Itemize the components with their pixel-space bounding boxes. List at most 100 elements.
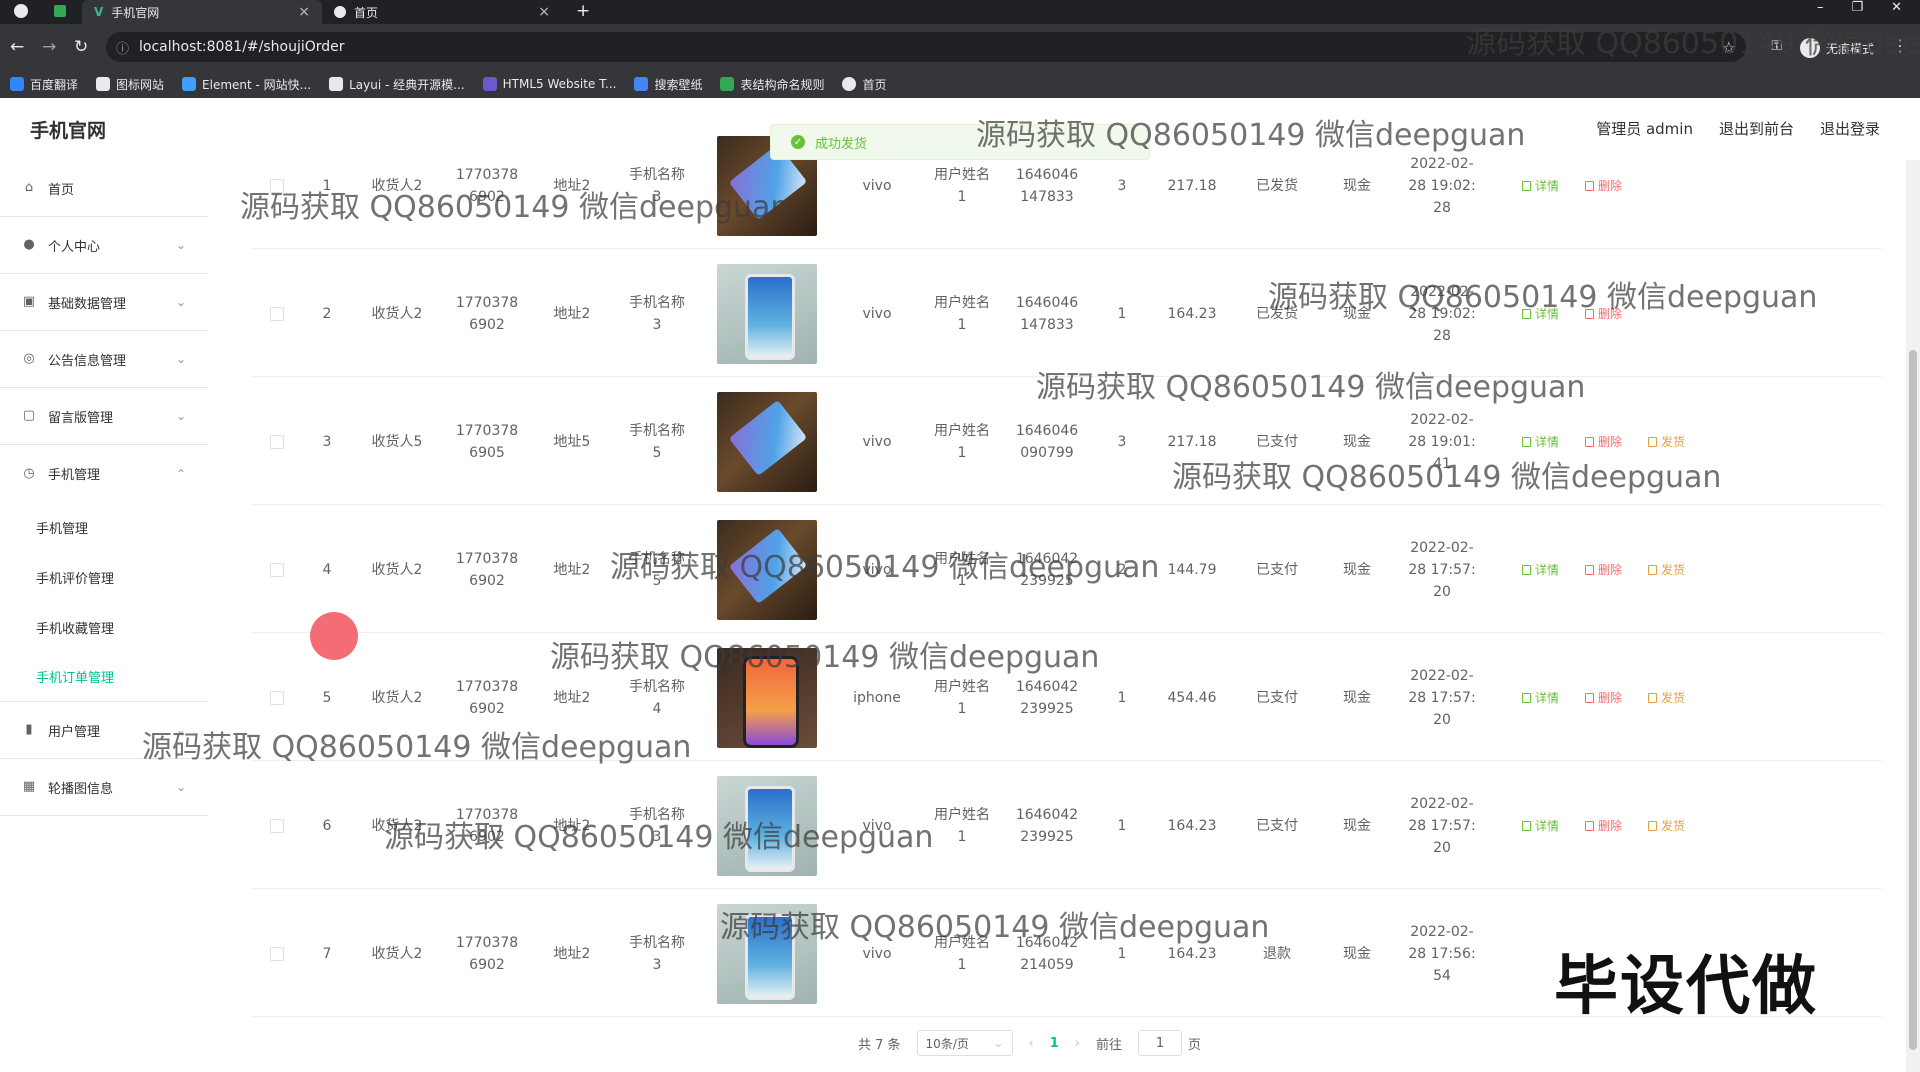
cell-qty: 1 bbox=[1092, 250, 1152, 377]
bookmark-item[interactable]: 表结构命名规则 bbox=[720, 76, 824, 93]
reload-icon[interactable]: ↻ bbox=[74, 37, 88, 57]
sidebar-item-home[interactable]: ⌂ 首页 bbox=[0, 160, 208, 217]
detail-button[interactable]: 详情 bbox=[1522, 175, 1559, 197]
action-label: 发货 bbox=[1661, 690, 1686, 705]
cell-text: 现金 bbox=[1343, 433, 1371, 450]
cell-text: 2 bbox=[322, 305, 332, 322]
sidebar-subitem-phone-order[interactable]: 手机订单管理 bbox=[0, 652, 208, 702]
bookmark-item[interactable]: 图标网站 bbox=[96, 76, 164, 93]
new-tab-button[interactable]: + bbox=[576, 1, 590, 21]
close-window-icon[interactable]: ✕ bbox=[1891, 0, 1902, 15]
bookmark-label: 百度翻译 bbox=[30, 77, 79, 92]
sidebar-item-personal-center[interactable]: ● 个人中心 ⌄ bbox=[0, 217, 208, 274]
detail-button[interactable]: 详情 bbox=[1522, 687, 1559, 709]
delete-button[interactable]: 删除 bbox=[1585, 815, 1622, 837]
prev-page-icon[interactable]: ‹ bbox=[1029, 1036, 1034, 1051]
detail-button[interactable]: 详情 bbox=[1522, 815, 1559, 837]
tab-title: 首页 bbox=[354, 5, 379, 20]
row-checkbox[interactable] bbox=[270, 306, 284, 321]
row-checkbox[interactable] bbox=[270, 946, 284, 961]
ship-button[interactable]: 发货 bbox=[1648, 559, 1685, 581]
cell-text: 地址2 bbox=[553, 817, 591, 834]
tab-home[interactable]: 首页 × bbox=[322, 0, 562, 24]
detail-button[interactable]: 详情 bbox=[1522, 559, 1559, 581]
sidebar-item-basic-data[interactable]: ▣ 基础数据管理 ⌄ bbox=[0, 274, 208, 331]
url-field[interactable]: ⓘ localhost:8081/#/shoujiOrder ☆ bbox=[106, 32, 1746, 62]
globe-icon bbox=[334, 6, 346, 18]
goto-page-input[interactable]: 1 bbox=[1138, 1030, 1183, 1056]
sidebar-item-notice[interactable]: ◎ 公告信息管理 ⌄ bbox=[0, 331, 208, 388]
row-checkbox[interactable] bbox=[270, 562, 284, 577]
table-row: 2 收货人2 1770378 6902 地址2 手机名称 3 vivo 用户姓名 1 1646… bbox=[252, 250, 1882, 377]
sidebar-subitem-phone-favorite[interactable]: 手机收藏管理 bbox=[0, 602, 210, 652]
cell-pay: 现金 bbox=[1322, 506, 1392, 633]
bookmark-item[interactable]: Element - 网站快... bbox=[182, 76, 311, 93]
browser-tab-strip: V 手机官网 × 首页 × + – ❐ ✕ bbox=[0, 0, 1920, 24]
sidebar-item-message-board[interactable]: ▢ 留言版管理 ⌄ bbox=[0, 388, 208, 445]
row-checkbox[interactable] bbox=[270, 178, 284, 193]
row-checkbox[interactable] bbox=[270, 690, 284, 705]
delete-button[interactable]: 删除 bbox=[1585, 559, 1622, 581]
cell-text: vivo bbox=[862, 177, 892, 194]
sidebar-item-user-management[interactable]: ▮ 用户管理 ⌄ bbox=[0, 702, 208, 759]
ship-button[interactable]: 发货 bbox=[1648, 815, 1685, 837]
cell-time: 2022-02- 28 19:02: 28 bbox=[1392, 122, 1492, 249]
minimize-icon[interactable]: – bbox=[1817, 0, 1824, 15]
restore-icon[interactable]: ❐ bbox=[1851, 0, 1863, 15]
bookmark-item[interactable]: HTML5 Website T... bbox=[482, 77, 617, 91]
action-label: 删除 bbox=[1598, 178, 1623, 193]
next-page-icon[interactable]: › bbox=[1075, 1036, 1080, 1051]
back-icon[interactable]: ← bbox=[10, 37, 24, 57]
tab-shouji-guanwang[interactable]: V 手机官网 × bbox=[82, 0, 322, 24]
bookmark-item[interactable]: 搜索壁纸 bbox=[634, 76, 702, 93]
page-number[interactable]: 1 bbox=[1050, 1036, 1059, 1051]
detail-button[interactable]: 详情 bbox=[1522, 431, 1559, 453]
delete-button[interactable]: 删除 bbox=[1585, 175, 1622, 197]
delete-button[interactable]: 删除 bbox=[1585, 303, 1622, 325]
browser-menu-icon[interactable] bbox=[14, 4, 28, 18]
cell-price: 144.79 bbox=[1152, 506, 1232, 633]
trash-icon bbox=[1585, 180, 1595, 191]
cell-text: 1646042 239925 bbox=[1015, 678, 1079, 717]
ship-button[interactable]: 发货 bbox=[1648, 431, 1685, 453]
row-checkbox[interactable] bbox=[270, 434, 284, 449]
bookmark-item[interactable]: 首页 bbox=[842, 76, 887, 93]
bookmark-label: HTML5 Website T... bbox=[502, 77, 617, 91]
bookmark-star-icon[interactable]: ☆ bbox=[1722, 38, 1736, 57]
bookmark-item[interactable]: Layui - 经典开源模... bbox=[329, 76, 465, 93]
cell-receiver: 收货人2 bbox=[352, 634, 442, 761]
incognito-indicator[interactable]: 无痕模式 bbox=[1799, 38, 1874, 58]
cell-text: vivo bbox=[862, 561, 892, 578]
trash-icon bbox=[1585, 436, 1595, 447]
page-scrollbar[interactable] bbox=[1906, 160, 1920, 1072]
bookmark-item[interactable]: 百度翻译 bbox=[10, 76, 78, 93]
cell-text: 用户姓名 1 bbox=[934, 934, 990, 973]
sidebar-subitem-phone[interactable]: 手机管理 bbox=[0, 502, 210, 552]
close-tab-icon[interactable]: × bbox=[298, 4, 310, 20]
action-label: 详情 bbox=[1535, 434, 1560, 449]
browser-more-icon[interactable]: ⋮ bbox=[1892, 36, 1908, 55]
close-tab-icon[interactable]: × bbox=[538, 4, 550, 20]
scrollbar-thumb[interactable] bbox=[1909, 350, 1917, 1050]
cell-text: 已支付 bbox=[1256, 817, 1298, 834]
sidebar-subitem-phone-review[interactable]: 手机评价管理 bbox=[0, 552, 210, 602]
delete-button[interactable]: 删除 bbox=[1585, 687, 1622, 709]
row-checkbox[interactable] bbox=[270, 818, 284, 833]
cell-text: 现金 bbox=[1343, 305, 1371, 322]
action-label: 详情 bbox=[1535, 818, 1560, 833]
cell-text: 地址2 bbox=[553, 689, 591, 706]
action-label: 详情 bbox=[1535, 178, 1560, 193]
url-text: localhost:8081/#/shoujiOrder bbox=[139, 39, 345, 55]
sidebar-item-carousel[interactable]: ▦ 轮播图信息 ⌄ bbox=[0, 759, 208, 816]
delete-button[interactable]: 删除 bbox=[1585, 431, 1622, 453]
detail-button[interactable]: 详情 bbox=[1522, 303, 1559, 325]
sidebar-item-phone-management[interactable]: ◷ 手机管理 ⌃ bbox=[0, 445, 208, 502]
forward-icon[interactable]: → bbox=[42, 37, 56, 57]
sidebar-item-label: 个人中心 bbox=[48, 239, 101, 255]
ship-button[interactable]: 发货 bbox=[1648, 687, 1685, 709]
cell-price: 164.23 bbox=[1152, 762, 1232, 889]
cell-text: 已支付 bbox=[1256, 561, 1298, 578]
cell-receiver: 收货人2 bbox=[352, 122, 442, 249]
key-icon[interactable]: ⚿ bbox=[1771, 38, 1782, 54]
page-size-select[interactable]: 10条/页 ⌄ bbox=[916, 1030, 1013, 1056]
